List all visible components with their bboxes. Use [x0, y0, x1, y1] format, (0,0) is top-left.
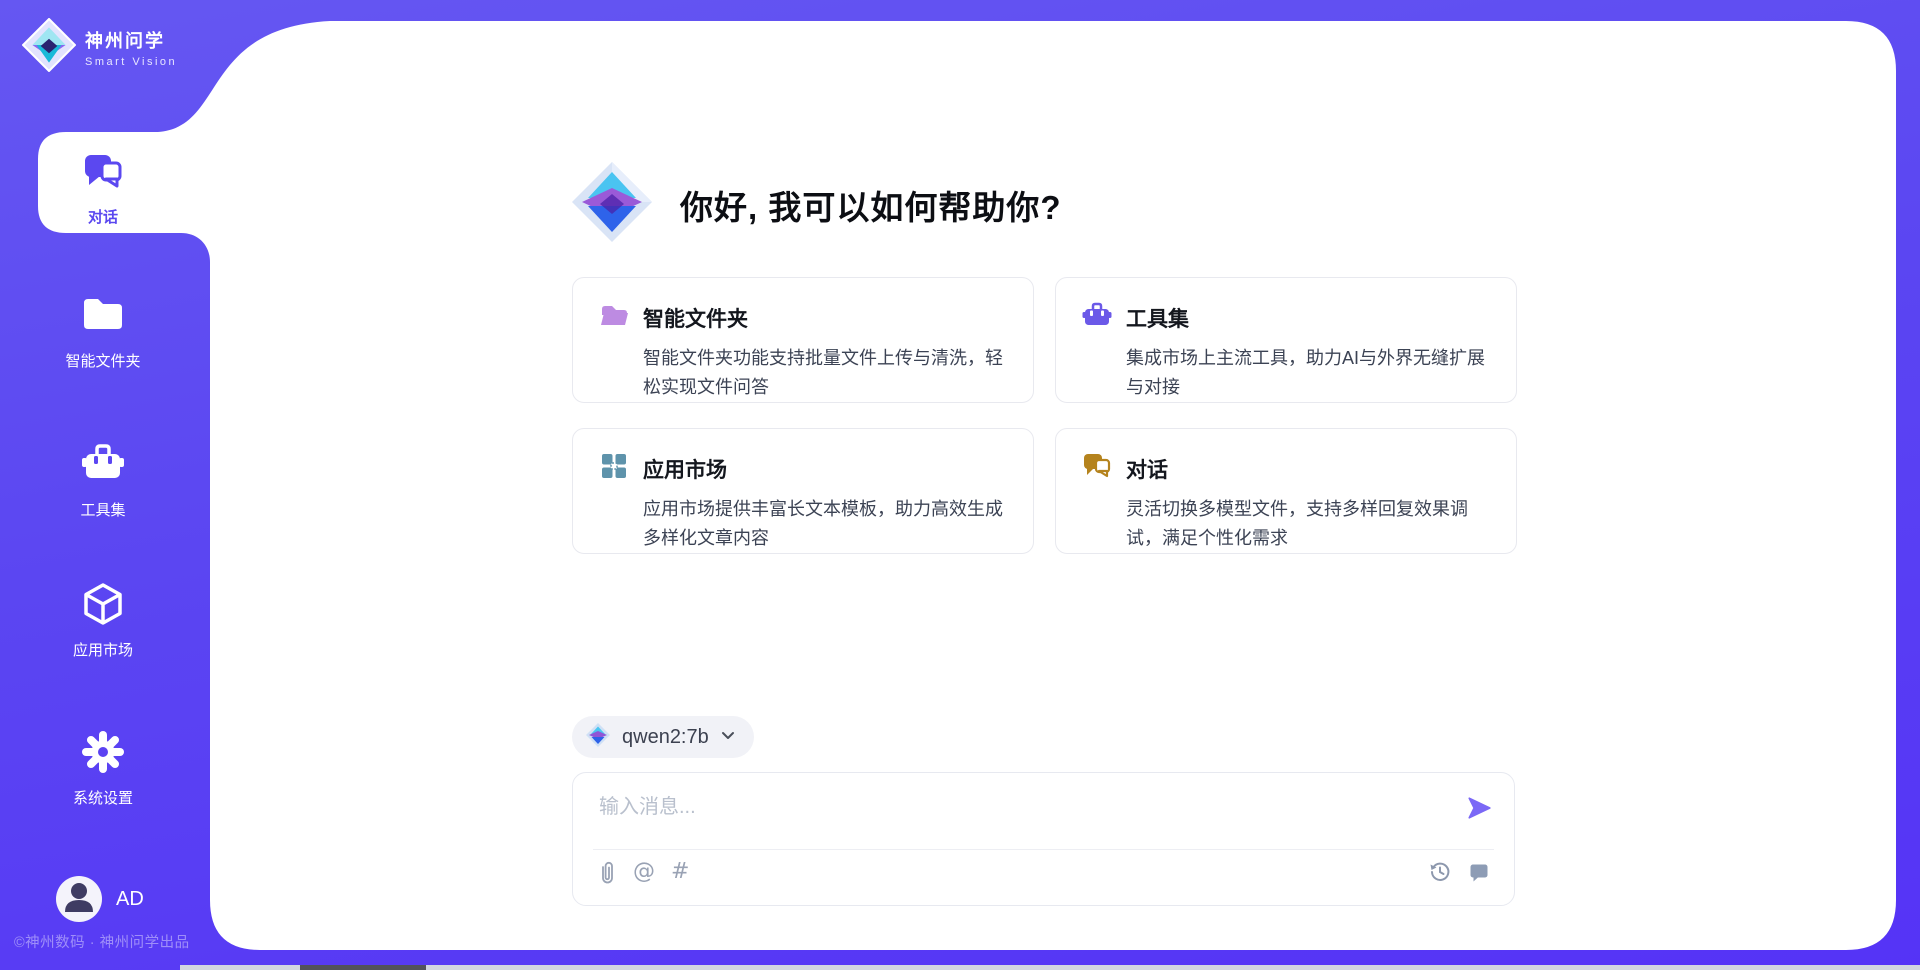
chat-icon — [81, 150, 125, 199]
card-description: 应用市场提供丰富长文本模板，助力高效生成多样化文章内容 — [643, 495, 1011, 553]
app-grid-icon — [599, 451, 629, 486]
send-button[interactable] — [1466, 795, 1492, 821]
model-selector-button[interactable]: qwen2:7b — [572, 716, 754, 758]
chat-bubble-icon — [1468, 871, 1490, 886]
folder-icon — [80, 292, 126, 343]
sidebar-item-label: 工具集 — [80, 499, 125, 520]
feature-card-toolset[interactable]: 工具集 集成市场上主流工具，助力AI与外界无缝扩展与对接 — [1055, 277, 1517, 403]
user-profile[interactable]: AD — [56, 876, 144, 922]
feature-card-app-market[interactable]: 应用市场 应用市场提供丰富长文本模板，助力高效生成多样化文章内容 — [572, 428, 1034, 554]
app-window: 神州问学 Smart Vision 对话 智能文件夹 — [0, 0, 1920, 970]
diamond-logo-icon — [22, 18, 76, 77]
sidebar-footer-text: ©神州数码 · 神州问学出品 — [14, 931, 209, 952]
greeting-logo-icon — [570, 160, 654, 249]
history-icon — [1429, 871, 1451, 886]
sidebar-item-label: 应用市场 — [73, 639, 133, 660]
sidebar-item-label: 智能文件夹 — [65, 350, 140, 371]
sidebar-item-label: 对话 — [88, 206, 118, 227]
card-title: 智能文件夹 — [643, 303, 748, 333]
feature-card-smart-folder[interactable]: 智能文件夹 智能文件夹功能支持批量文件上传与清洗，轻松实现文件问答 — [572, 277, 1034, 403]
chevron-down-icon — [720, 727, 736, 748]
sidebar-item-app-market[interactable]: 应用市场 — [0, 581, 206, 660]
card-description: 灵活切换多模型文件，支持多样回复效果调试，满足个性化需求 — [1126, 495, 1494, 553]
mention-button[interactable]: @ — [633, 872, 655, 874]
toolbox-icon — [80, 441, 126, 492]
send-icon — [1466, 809, 1492, 824]
sidebar-item-label: 系统设置 — [73, 787, 133, 808]
sidebar-item-smart-folder[interactable]: 智能文件夹 — [0, 292, 206, 371]
history-button[interactable] — [1429, 861, 1451, 883]
brand: 神州问学 Smart Vision — [22, 18, 177, 77]
composer-divider — [593, 849, 1494, 850]
greeting: 你好, 我可以如何帮助你? — [570, 160, 1062, 249]
message-composer: @ # — [572, 772, 1515, 906]
chat-icon — [1082, 451, 1112, 486]
hashtag-icon: # — [671, 859, 689, 884]
sidebar: 神州问学 Smart Vision 对话 智能文件夹 — [0, 0, 210, 970]
quick-chat-button[interactable] — [1468, 861, 1490, 883]
attachment-button[interactable] — [597, 861, 617, 885]
feature-cards: 智能文件夹 智能文件夹功能支持批量文件上传与清洗，轻松实现文件问答 工具集 — [572, 277, 1517, 554]
model-logo-icon — [585, 722, 611, 753]
hashtag-button[interactable]: # — [671, 872, 689, 874]
message-input[interactable] — [597, 788, 1431, 847]
brand-name: 神州问学 — [85, 27, 177, 53]
gear-icon — [80, 729, 126, 780]
sidebar-item-settings[interactable]: 系统设置 — [0, 729, 206, 808]
user-name: AD — [116, 888, 144, 911]
card-title: 对话 — [1126, 454, 1168, 484]
horizontal-scrollbar-thumb[interactable] — [300, 965, 426, 970]
sidebar-item-chat[interactable]: 对话 — [0, 150, 206, 227]
card-description: 智能文件夹功能支持批量文件上传与清洗，轻松实现文件问答 — [643, 344, 1011, 402]
person-icon — [56, 874, 102, 925]
card-title: 应用市场 — [643, 454, 727, 484]
feature-card-chat[interactable]: 对话 灵活切换多模型文件，支持多样回复效果调试，满足个性化需求 — [1055, 428, 1517, 554]
page-greeting: 你好, 我可以如何帮助你? — [680, 181, 1062, 229]
brand-subtitle: Smart Vision — [85, 56, 177, 68]
horizontal-scrollbar-track[interactable] — [180, 965, 1920, 970]
mention-icon: @ — [633, 859, 655, 884]
folder-open-icon — [599, 300, 629, 335]
sidebar-item-toolset[interactable]: 工具集 — [0, 441, 206, 520]
model-name: qwen2:7b — [622, 726, 709, 749]
card-title: 工具集 — [1126, 303, 1189, 333]
card-description: 集成市场上主流工具，助力AI与外界无缝扩展与对接 — [1126, 344, 1494, 402]
toolbox-icon — [1082, 300, 1112, 335]
attachment-icon — [597, 873, 617, 888]
avatar — [56, 876, 102, 922]
cube-icon — [80, 581, 126, 632]
